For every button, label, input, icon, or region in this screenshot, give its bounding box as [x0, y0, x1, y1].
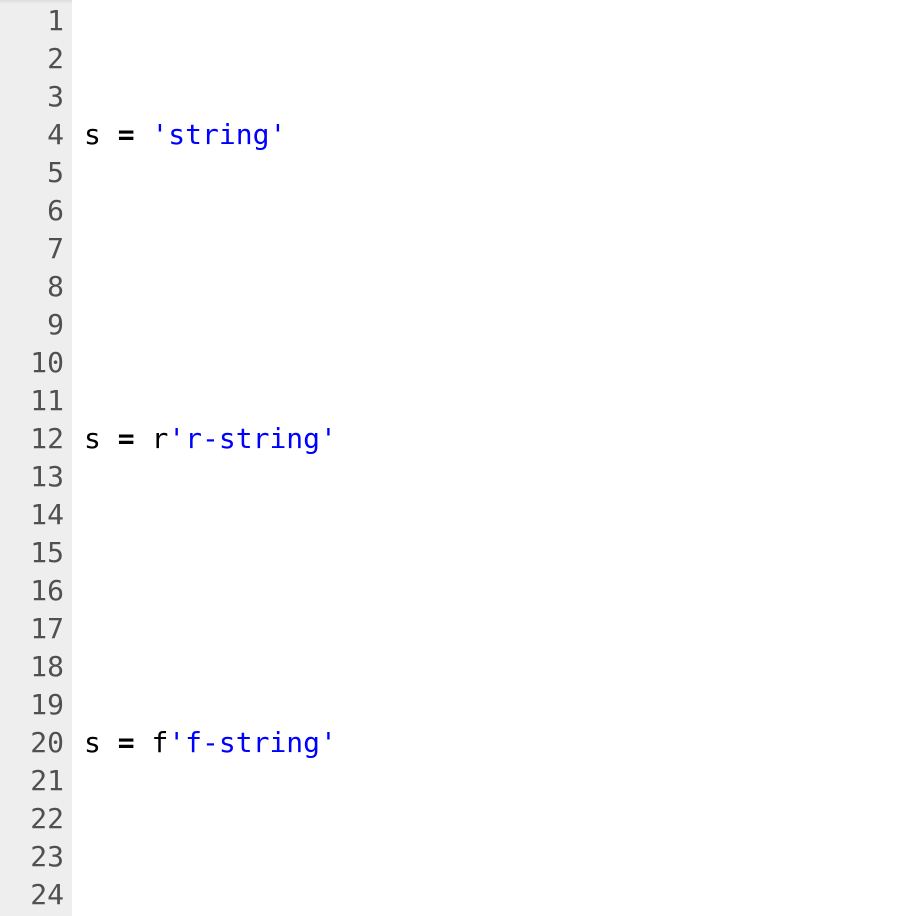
token-variable: s: [84, 726, 101, 759]
token-space: [135, 422, 152, 455]
token-blank: [84, 574, 101, 607]
line-number: 6: [0, 192, 64, 230]
line-number: 24: [0, 876, 64, 914]
token-space: [101, 726, 118, 759]
code-area[interactable]: s = 'string' s = r'r-string' s = f'f-str…: [72, 0, 908, 916]
line-number: 3: [0, 78, 64, 116]
code-line[interactable]: s = r'r-string': [84, 420, 908, 458]
token-string-prefix: r: [151, 422, 168, 455]
code-line[interactable]: [84, 876, 908, 914]
line-number: 23: [0, 838, 64, 876]
line-number: 8: [0, 268, 64, 306]
line-number: 16: [0, 572, 64, 610]
token-blank: [84, 878, 101, 911]
line-number: 2: [0, 40, 64, 78]
line-number: 18: [0, 648, 64, 686]
line-number-gutter: 1 2 3 4 5 6 7 8 9 10 11 12 13 14 15 16 1…: [0, 0, 72, 916]
code-editor[interactable]: 1 2 3 4 5 6 7 8 9 10 11 12 13 14 15 16 1…: [0, 0, 908, 916]
line-number: 9: [0, 306, 64, 344]
line-number: 5: [0, 154, 64, 192]
line-number: 12: [0, 420, 64, 458]
code-line[interactable]: s = 'string': [84, 116, 908, 154]
token-string-prefix: f: [151, 726, 168, 759]
token-operator: =: [118, 118, 135, 151]
line-number: 21: [0, 762, 64, 800]
token-space: [101, 118, 118, 151]
line-number: 22: [0, 800, 64, 838]
line-number: 4: [0, 116, 64, 154]
token-string: 'r-string': [168, 422, 337, 455]
line-number: 11: [0, 382, 64, 420]
line-number: 19: [0, 686, 64, 724]
token-operator: =: [118, 422, 135, 455]
token-space: [101, 422, 118, 455]
code-line[interactable]: s = f'f-string': [84, 724, 908, 762]
line-number: 1: [0, 2, 64, 40]
line-number: 20: [0, 724, 64, 762]
code-line[interactable]: [84, 268, 908, 306]
token-space: [135, 726, 152, 759]
line-number: 7: [0, 230, 64, 268]
line-number: 15: [0, 534, 64, 572]
token-variable: s: [84, 422, 101, 455]
token-string: 'f-string': [168, 726, 337, 759]
line-number: 14: [0, 496, 64, 534]
line-number: 17: [0, 610, 64, 648]
line-number: 13: [0, 458, 64, 496]
token-variable: s: [84, 118, 101, 151]
token-operator: =: [118, 726, 135, 759]
token-space: [135, 118, 152, 151]
line-number: 10: [0, 344, 64, 382]
token-string: 'string': [151, 118, 286, 151]
token-blank: [84, 270, 101, 303]
code-line[interactable]: [84, 572, 908, 610]
